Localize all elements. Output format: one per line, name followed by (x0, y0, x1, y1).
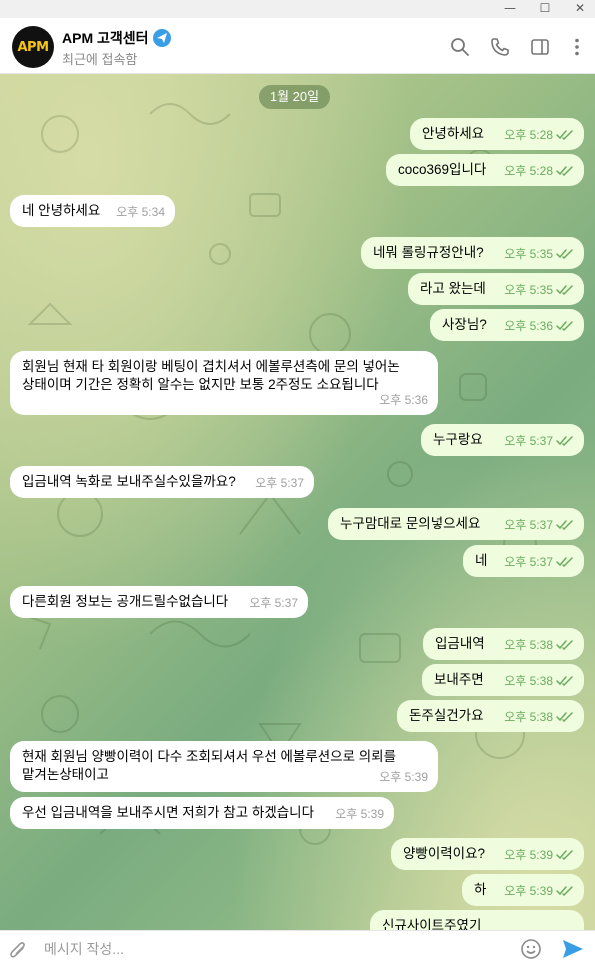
message-input[interactable] (44, 937, 504, 961)
message-time: 오후 5:35 (504, 247, 553, 261)
verified-icon (152, 29, 171, 47)
message-text: 신규사이트주였기 (382, 918, 482, 930)
outgoing-message[interactable]: 네 오후 5:37 (463, 545, 584, 577)
chat-title-text: APM 고객센터 (62, 30, 149, 46)
outgoing-message[interactable]: 네뭐 롤링규정안내? 오후 5:35 (361, 237, 584, 269)
read-checkmark-icon (556, 640, 573, 650)
chat-status: 최근에 접속함 (62, 52, 138, 67)
message-meta: 오후 5:39 (379, 768, 428, 786)
read-checkmark-icon (556, 676, 573, 686)
incoming-message[interactable]: 다른회원 정보는 공개드릴수없습니다 오후 5:37 (10, 586, 308, 618)
message-time: 오후 5:38 (504, 674, 553, 688)
message-time: 오후 5:34 (116, 205, 165, 219)
outgoing-message[interactable]: 사장님? 오후 5:36 (430, 309, 584, 341)
message-text: 현재 회원님 양빵이력이 다수 조회되셔서 우선 에볼루션으로 의뢰를 맡겨논상… (22, 749, 397, 782)
message-time: 오후 5:37 (249, 596, 298, 610)
message-time: 오후 5:38 (504, 638, 553, 652)
message-time: 오후 5:36 (379, 393, 428, 407)
phone-icon[interactable] (489, 36, 511, 58)
maximize-button[interactable]: ☐ (525, 0, 565, 18)
incoming-message[interactable]: 우선 입금내역을 보내주시면 저희가 참고 하겠습니다 오후 5:39 (10, 797, 394, 829)
message-meta: 오후 5:28 (504, 162, 574, 180)
read-checkmark-icon (556, 886, 573, 896)
message-meta: 오후 5:37 (249, 594, 298, 612)
message-meta: 오후 5:38 (504, 672, 574, 690)
read-checkmark-icon (556, 712, 573, 722)
close-button[interactable]: ✕ (560, 0, 595, 18)
message-text: 회원님 현재 타 회원이랑 베팅이 겹치셔서 에볼루션측에 문의 넣어논 상태이… (22, 359, 400, 392)
message-time: 오후 5:36 (504, 319, 553, 333)
message-meta: 오후 5:38 (504, 636, 574, 654)
message-time: 오후 5:39 (504, 884, 553, 898)
incoming-message[interactable]: 회원님 현재 타 회원이랑 베팅이 겹치셔서 에볼루션측에 문의 넣어논 상태이… (10, 351, 438, 415)
avatar[interactable]: APM (12, 26, 54, 68)
outgoing-message[interactable]: 하 오후 5:39 (462, 874, 584, 906)
outgoing-message[interactable]: 신규사이트주였기 (370, 910, 584, 930)
message-time: 오후 5:37 (255, 476, 304, 490)
incoming-message[interactable]: 입금내역 녹화로 보내주실수있을까요? 오후 5:37 (10, 466, 314, 498)
message-time: 오후 5:39 (335, 807, 384, 821)
emoji-icon[interactable] (520, 938, 542, 960)
outgoing-message[interactable]: 양빵이력이요? 오후 5:39 (391, 838, 584, 870)
message-meta: 오후 5:35 (504, 281, 574, 299)
outgoing-message[interactable]: 입금내역 오후 5:38 (423, 628, 584, 660)
read-checkmark-icon (556, 520, 573, 530)
outgoing-message[interactable]: 돈주실건가요 오후 5:38 (397, 700, 584, 732)
read-checkmark-icon (556, 249, 573, 259)
sidebar-icon[interactable] (529, 36, 551, 58)
message-time: 오후 5:37 (504, 555, 553, 569)
message-meta: 오후 5:37 (255, 474, 304, 492)
read-checkmark-icon (556, 130, 573, 140)
message-list[interactable]: 1월 20일 안녕하세요 오후 5:28 coco369입니다 오후 5:28 네 안녕… (0, 74, 595, 930)
minimize-button[interactable]: — (490, 0, 530, 18)
read-checkmark-icon (556, 166, 573, 176)
incoming-message[interactable]: 네 안녕하세요 오후 5:34 (10, 195, 175, 227)
message-meta: 오후 5:34 (116, 203, 165, 221)
read-checkmark-icon (556, 436, 573, 446)
send-icon[interactable] (562, 939, 584, 959)
search-icon[interactable] (449, 36, 471, 58)
outgoing-message[interactable]: 안녕하세요 오후 5:28 (410, 118, 584, 150)
message-meta: 오후 5:37 (504, 516, 574, 534)
outgoing-message[interactable]: 누구맘대로 문의넣으세요 오후 5:37 (328, 508, 584, 540)
message-time: 오후 5:37 (504, 518, 553, 532)
chat-title[interactable]: APM 고객센터 (62, 28, 171, 48)
message-time: 오후 5:37 (504, 434, 553, 448)
message-meta: 오후 5:28 (504, 126, 574, 144)
outgoing-message[interactable]: 보내주면 오후 5:38 (422, 664, 584, 696)
message-meta: 오후 5:36 (504, 317, 574, 335)
message-meta: 오후 5:39 (504, 882, 574, 900)
window-titlebar: — ☐ ✕ (0, 0, 595, 18)
message-meta: 오후 5:39 (335, 805, 384, 823)
more-icon[interactable] (566, 36, 588, 58)
message-meta: 오후 5:35 (504, 245, 574, 263)
read-checkmark-icon (556, 285, 573, 295)
message-meta: 오후 5:37 (504, 432, 574, 450)
chat-header: APM APM 고객센터 최근에 접속함 (0, 18, 595, 74)
incoming-message[interactable]: 현재 회원님 양빵이력이 다수 조회되셔서 우선 에볼루션으로 의뢰를 맡겨논상… (10, 741, 438, 792)
message-time: 오후 5:38 (504, 710, 553, 724)
paperclip-icon[interactable] (8, 939, 28, 961)
outgoing-message[interactable]: 누구랑요 오후 5:37 (421, 424, 584, 456)
message-time: 오후 5:39 (504, 848, 553, 862)
read-checkmark-icon (556, 557, 573, 567)
message-meta: 오후 5:39 (504, 846, 574, 864)
read-checkmark-icon (556, 850, 573, 860)
read-checkmark-icon (556, 321, 573, 331)
outgoing-message[interactable]: coco369입니다 오후 5:28 (386, 154, 584, 186)
avatar-text: APM (17, 39, 49, 55)
message-meta: 오후 5:36 (379, 391, 428, 409)
date-separator: 1월 20일 (259, 85, 330, 109)
message-time: 오후 5:28 (504, 128, 553, 142)
message-time: 오후 5:39 (379, 770, 428, 784)
message-text: 우선 입금내역을 보내주시면 저희가 참고 하겠습니다 (22, 805, 314, 820)
composer (0, 930, 595, 967)
message-time: 오후 5:35 (504, 283, 553, 297)
message-time: 오후 5:28 (504, 164, 553, 178)
message-meta: 오후 5:37 (504, 553, 574, 571)
outgoing-message[interactable]: 라고 왔는데 오후 5:35 (408, 273, 584, 305)
message-meta: 오후 5:38 (504, 708, 574, 726)
